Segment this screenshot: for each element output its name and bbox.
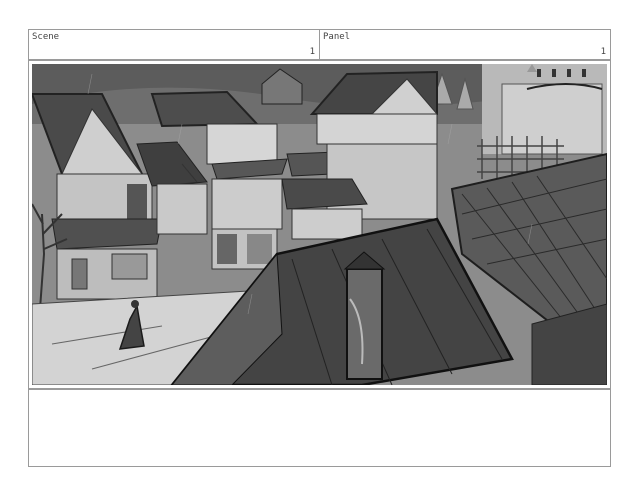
panel-number: 1 [600,47,606,57]
scene-number: 1 [309,47,315,57]
scene-cell: Scene 1 [28,29,320,60]
storyboard-frame [28,60,611,389]
panel-cell: Panel 1 [319,29,611,60]
panel-label: Panel [323,32,351,42]
notes-area[interactable] [28,389,611,467]
sketch-illustration [32,64,607,385]
scene-label: Scene [32,32,60,42]
